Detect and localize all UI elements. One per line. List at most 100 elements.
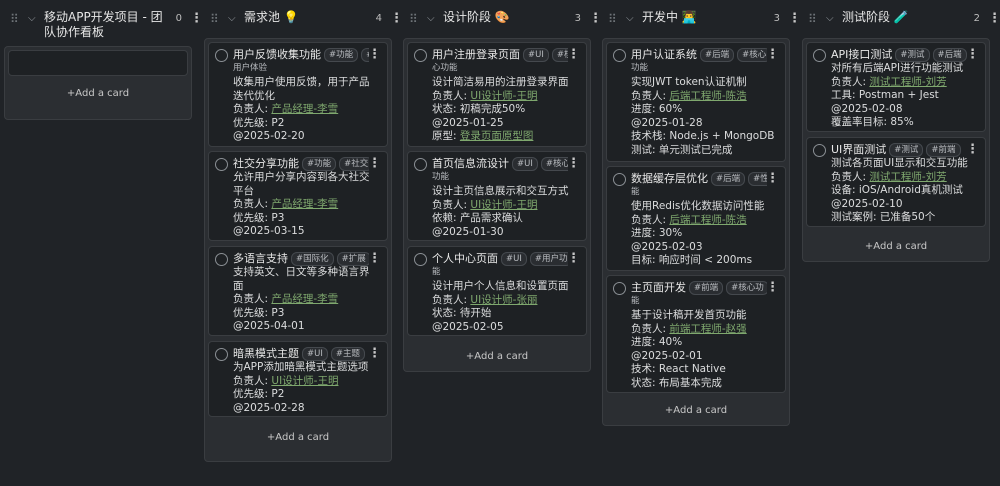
complete-checkbox[interactable] (414, 158, 427, 171)
owner-link[interactable]: UI设计师-王明 (271, 375, 338, 387)
card[interactable]: UI界面测试 #测试 #前端 ⋮ 测试各页面UI显示和交互功能 负责人: 测试工程师… (806, 137, 986, 227)
tag[interactable]: #前端 (926, 143, 961, 157)
column-menu-icon[interactable]: ⋮ (788, 10, 801, 26)
drag-handle-icon[interactable]: ⠿ (409, 10, 421, 26)
complete-checkbox[interactable] (813, 144, 826, 157)
owner-link[interactable]: 测试工程师-刘芳 (869, 171, 946, 183)
chevron-down-icon[interactable]: ⌵ (28, 10, 40, 24)
column-menu-icon[interactable]: ⋮ (988, 10, 1000, 26)
card-title: 用户注册登录页面 (432, 48, 520, 61)
add-card-button[interactable]: +Add a card (803, 241, 989, 252)
card-count: 2 (973, 13, 980, 24)
tag[interactable]: #后端 (700, 48, 735, 62)
column-menu-icon[interactable]: ⋮ (390, 10, 403, 26)
column-menu-icon[interactable]: ⋮ (589, 10, 602, 26)
chevron-down-icon[interactable]: ⌵ (626, 10, 638, 24)
tag[interactable]: #扩展 (336, 252, 369, 266)
complete-checkbox[interactable] (613, 49, 626, 62)
tag[interactable]: #主题 (330, 347, 365, 361)
add-card-button[interactable]: +Add a card (404, 351, 590, 362)
tag[interactable]: #核心 (540, 157, 568, 171)
tag[interactable]: #功能 (324, 48, 359, 62)
prototype-link[interactable]: 登录页面原型图 (460, 130, 534, 142)
card-menu-icon[interactable]: ⋮ (766, 281, 779, 295)
column-title: 测试阶段 🧪 (842, 10, 909, 24)
tag[interactable]: #测试 (895, 48, 930, 62)
card[interactable]: 个人中心页面 #UI #用户功 能 ⋮ 设计用户个人信息和设置页面 负责人: UI设… (407, 246, 587, 336)
chevron-down-icon[interactable]: ⌵ (826, 10, 838, 24)
complete-checkbox[interactable] (613, 173, 626, 186)
card-description: 测试各页面UI显示和交互功能 (831, 157, 968, 169)
tag[interactable]: #前端 (689, 281, 724, 295)
owner-link[interactable]: 后端工程师-陈浩 (669, 214, 746, 226)
owner-link[interactable]: 产品经理-李雪 (271, 198, 338, 210)
card-title: 暗黑模式主题 (233, 347, 299, 360)
add-card-button[interactable]: +Add a card (5, 88, 191, 99)
chevron-down-icon[interactable]: ⌵ (427, 10, 439, 24)
card-menu-icon[interactable]: ⋮ (368, 347, 381, 361)
tag[interactable]: #测试 (889, 143, 924, 157)
card[interactable]: 用户注册登录页面#UI#核 心功能 ⋮ 设计简洁易用的注册登录界面 负责人: U… (407, 42, 587, 147)
card-menu-icon[interactable]: ⋮ (766, 48, 779, 62)
card-menu-icon[interactable]: ⋮ (766, 172, 779, 186)
tag[interactable]: #用户功 (529, 252, 568, 266)
complete-checkbox[interactable] (215, 49, 228, 62)
owner-link[interactable]: 前端工程师-赵强 (669, 323, 746, 335)
card-menu-icon[interactable]: ⋮ (966, 48, 979, 62)
owner-link[interactable]: 产品经理-李雪 (271, 103, 338, 115)
test-cases: 测试案例: 已准备50个 (831, 211, 936, 223)
complete-checkbox[interactable] (813, 49, 826, 62)
tag[interactable]: #社交 (339, 157, 369, 171)
add-card-button[interactable]: +Add a card (603, 405, 789, 416)
tag[interactable]: #核 (551, 48, 568, 62)
chevron-down-icon[interactable]: ⌵ (228, 10, 240, 24)
complete-checkbox[interactable] (414, 49, 427, 62)
tag[interactable]: #后端 (932, 48, 967, 62)
card[interactable]: 暗黑模式主题 #UI #主题 ⋮ 为APP添加暗黑模式主题选项 负责人: UI设计师… (208, 341, 388, 417)
card-menu-icon[interactable]: ⋮ (368, 48, 381, 62)
drag-handle-icon[interactable]: ⠿ (10, 10, 22, 26)
new-card-input[interactable] (8, 50, 188, 76)
complete-checkbox[interactable] (215, 253, 228, 266)
card-menu-icon[interactable]: ⋮ (567, 157, 580, 171)
owner-link[interactable]: UI设计师-王明 (470, 90, 537, 102)
drag-handle-icon[interactable]: ⠿ (608, 10, 620, 26)
card-menu-icon[interactable]: ⋮ (368, 157, 381, 171)
column-menu-icon[interactable]: ⋮ (190, 10, 203, 26)
owner-link[interactable]: UI设计师-王明 (470, 199, 537, 211)
tag[interactable]: #后端 (711, 172, 746, 186)
tag[interactable]: #UI (512, 157, 538, 171)
tag[interactable]: #国际化 (291, 252, 334, 266)
card[interactable]: 主页面开发 #前端 #核心功 能 ⋮ 基于设计稿开发首页功能 负责人: 前端工程师-… (606, 275, 786, 393)
owner-link[interactable]: 产品经理-李雪 (271, 293, 338, 305)
owner-link[interactable]: 后端工程师-陈浩 (669, 90, 746, 102)
card[interactable]: 首页信息流设计 #UI #核心 功能 ⋮ 设计主页信息展示和交互方式 负责人: UI… (407, 151, 587, 241)
drag-handle-icon[interactable]: ⠿ (808, 10, 820, 26)
card-menu-icon[interactable]: ⋮ (567, 252, 580, 266)
card[interactable]: 用户认证系统 #后端 #核心 功能 ⋮ 实现JWT token认证机制 负责人: 后… (606, 42, 786, 162)
tag[interactable]: #核心功 (726, 281, 767, 295)
owner-link[interactable]: 测试工程师-刘芳 (869, 76, 946, 88)
card[interactable]: 用户反馈收集功能#功能# 用户体验 ⋮ 收集用户使用反馈，用于产品 迭代优化 负… (208, 42, 388, 147)
tag[interactable]: #性 (748, 172, 767, 186)
tag[interactable]: #功能 (302, 157, 337, 171)
complete-checkbox[interactable] (613, 282, 626, 295)
complete-checkbox[interactable] (215, 158, 228, 171)
tag[interactable]: #核心 (737, 48, 767, 62)
card-menu-icon[interactable]: ⋮ (567, 48, 580, 62)
drag-handle-icon[interactable]: ⠿ (210, 10, 222, 26)
complete-checkbox[interactable] (215, 348, 228, 361)
complete-checkbox[interactable] (414, 253, 427, 266)
tag[interactable]: #UI (523, 48, 549, 62)
add-card-button[interactable]: +Add a card (205, 432, 391, 443)
owner-link[interactable]: UI设计师-张丽 (470, 294, 537, 306)
tag[interactable]: #UI (302, 347, 328, 361)
card-menu-icon[interactable]: ⋮ (966, 143, 979, 157)
tag[interactable]: #UI (501, 252, 527, 266)
card[interactable]: 数据缓存层优化 #后端 #性 能 ⋮ 使用Redis优化数据访问性能 负责人: 后端… (606, 166, 786, 271)
card[interactable]: API接口测试 #测试 #后端 ⋮ 对所有后端API进行功能测试 负责人: 测试工程… (806, 42, 986, 132)
card[interactable]: 多语言支持 #国际化 #扩展 ⋮ 支持英文、日文等多种语言界 面 负责人: 产品经理… (208, 246, 388, 336)
card-menu-icon[interactable]: ⋮ (368, 252, 381, 266)
column-header: ⠿ ⌵ 开发中 👨‍💻 3 ⋮ (608, 10, 801, 38)
card[interactable]: 社交分享功能 #功能 #社交 ⋮ 允许用户分享内容到各大社交 平台 负责人: 产品经… (208, 151, 388, 241)
